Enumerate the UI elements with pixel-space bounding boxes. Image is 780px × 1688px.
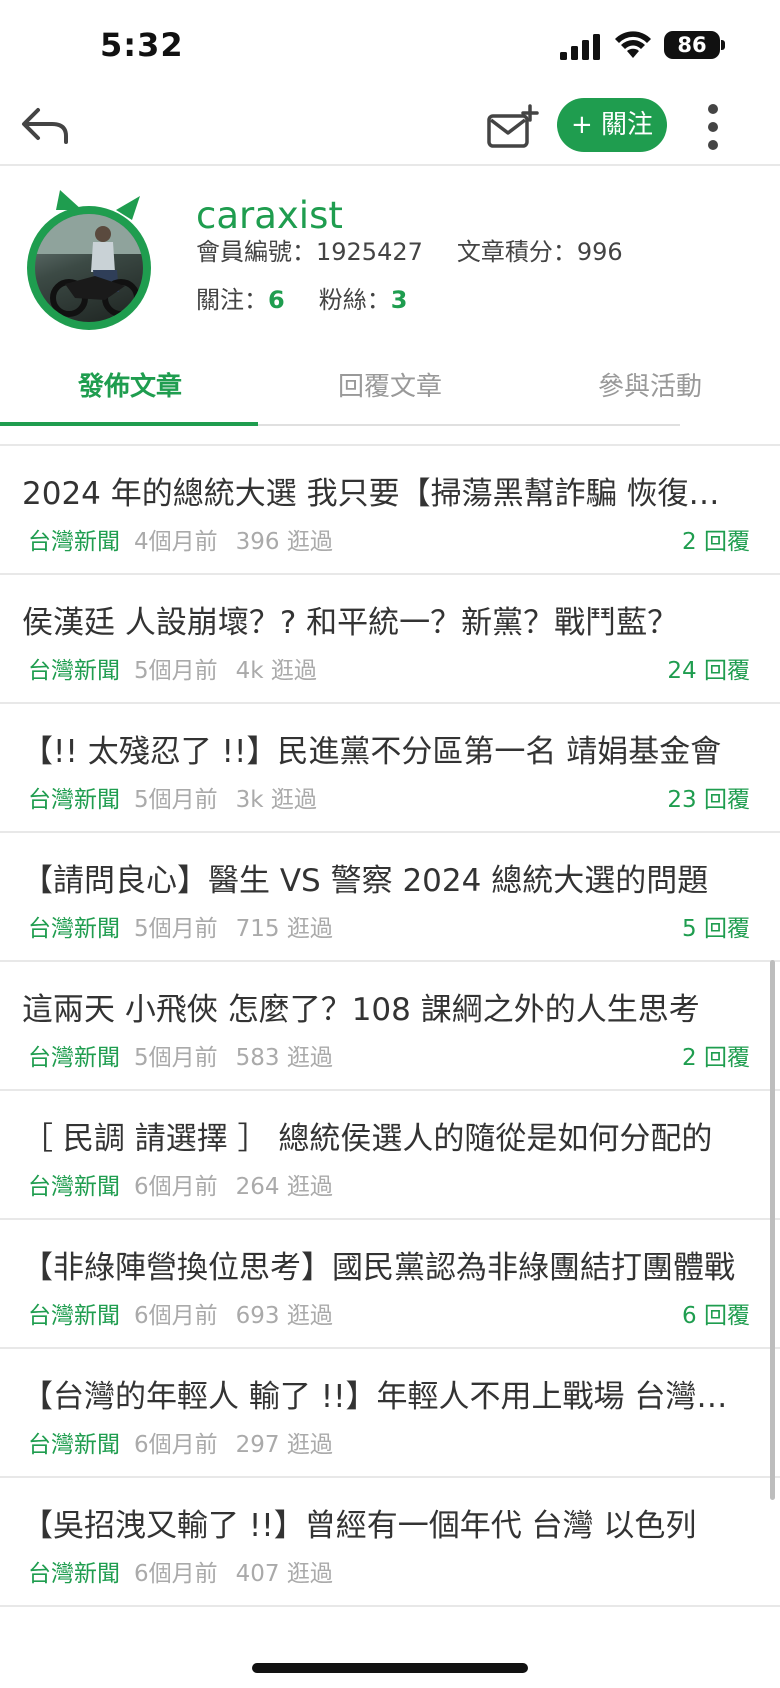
post-time: 6個月前 [134,1561,218,1587]
post-board[interactable]: 台灣新聞 [28,1174,120,1200]
list-item[interactable]: 【吳招洩又輸了 !!】曾經有一個年代 台灣 以色列 台灣新聞 6個月前 407 逛過 [0,1478,780,1607]
post-views: 583 逛過 [235,1045,333,1071]
post-replies: 23 回覆 [667,787,750,813]
post-title[interactable]: 【請問良心】醫生 VS 警察 2024 總統大選的問題 [22,855,750,900]
battery-tip [721,40,725,50]
post-board[interactable]: 台灣新聞 [28,1303,120,1329]
signal-icon [560,34,600,60]
scrollbar[interactable] [770,960,775,1500]
post-meta: 台灣新聞 6個月前 264 逛過 [28,1167,333,1201]
post-views: 407 逛過 [235,1561,333,1587]
mail-add-icon[interactable] [486,102,540,152]
more-vertical-icon[interactable] [700,102,724,152]
post-title[interactable]: 【吳招洩又輸了 !!】曾經有一個年代 台灣 以色列 [22,1500,750,1545]
post-time: 6個月前 [134,1432,218,1458]
post-time: 6個月前 [134,1174,218,1200]
following-label[interactable]: 關注： [196,286,268,314]
top-bar: + 關注 [0,90,780,166]
list-item[interactable]: 侯漢廷 人設崩壞？? 和平統一？新黨？戰鬥藍？ 台灣新聞 5個月前 4k 逛過 24… [0,575,780,704]
post-time: 6個月前 [134,1303,218,1329]
member-id-label: 會員編號： [196,238,316,266]
points-value: 996 [576,238,623,266]
post-time: 4個月前 [134,529,218,555]
post-list: 2024 年的總統大選 我只要【掃蕩黑幫詐騙 恢復台灣治安】 台灣新聞 4個月前 3… [0,444,780,1607]
fans-label[interactable]: 粉絲： [319,286,391,314]
list-item[interactable]: 2024 年的總統大選 我只要【掃蕩黑幫詐騙 恢復台灣治安】 台灣新聞 4個月前 3… [0,446,780,575]
fans-count[interactable]: 3 [391,286,408,314]
list-item[interactable]: 這兩天 小飛俠 怎麼了？108 課綱之外的人生思考 台灣新聞 5個月前 583 逛過… [0,962,780,1091]
post-board[interactable]: 台灣新聞 [28,916,120,942]
status-time: 5:32 [100,26,184,64]
post-title[interactable]: 【非綠陣營換位思考】國民黨認為非綠團結打團體戰 [22,1242,750,1287]
tab-active-indicator [0,422,258,426]
profile-tabs: 發佈文章 回覆文章 參與活動 [0,352,780,428]
post-time: 5個月前 [134,1045,218,1071]
back-arrow-icon[interactable] [18,100,74,152]
post-views: 693 逛過 [235,1303,333,1329]
profile-header: caraxist 會員編號：1925427 文章積分：996 關注：6 粉絲：3 [0,168,780,348]
home-indicator[interactable] [252,1663,528,1673]
list-item[interactable]: ［ 民調 請選擇 ］ 總統侯選人的隨從是如何分配的 台灣新聞 6個月前 264 逛過 [0,1091,780,1220]
list-item[interactable]: 【台灣的年輕人 輸了 !!】年輕人不用上戰場 台灣的未來 台灣新聞 6個月前 297… [0,1349,780,1478]
social-stats: 關注：6 粉絲：3 [196,280,407,315]
tab-posts[interactable]: 發佈文章 [0,366,260,403]
member-stats: 會員編號：1925427 文章積分：996 [196,232,623,267]
post-title[interactable]: 2024 年的總統大選 我只要【掃蕩黑幫詐騙 恢復台灣治安】 [22,468,750,513]
post-meta: 台灣新聞 6個月前 407 逛過 [28,1554,333,1588]
post-title[interactable]: 侯漢廷 人設崩壞？? 和平統一？新黨？戰鬥藍？ [22,597,750,642]
post-views: 715 逛過 [235,916,333,942]
post-replies: 5 回覆 [682,916,750,942]
follow-button[interactable]: + 關注 [557,98,667,152]
member-id: 1925427 [316,238,423,266]
post-replies: 24 回覆 [667,658,750,684]
post-time: 5個月前 [134,787,218,813]
tab-activities[interactable]: 參與活動 [520,366,780,403]
list-item[interactable]: 【請問良心】醫生 VS 警察 2024 總統大選的問題 台灣新聞 5個月前 715 … [0,833,780,962]
post-time: 5個月前 [134,916,218,942]
post-meta: 台灣新聞 6個月前 693 逛過 [28,1296,333,1330]
post-meta: 台灣新聞 5個月前 3k 逛過 [28,780,317,814]
list-item[interactable]: 【!! 太殘忍了 !!】民進黨不分區第一名 靖娟基金會 台灣新聞 5個月前 3k 逛… [0,704,780,833]
post-replies: 2 回覆 [682,1045,750,1071]
post-meta: 台灣新聞 4個月前 396 逛過 [28,522,333,556]
post-board[interactable]: 台灣新聞 [28,787,120,813]
battery-icon: 86 [664,31,720,59]
status-bar: 5:32 86 [0,0,780,90]
post-board[interactable]: 台灣新聞 [28,1432,120,1458]
post-title[interactable]: ［ 民調 請選擇 ］ 總統侯選人的隨從是如何分配的 [22,1113,750,1158]
post-board[interactable]: 台灣新聞 [28,1045,120,1071]
avatar[interactable] [24,188,154,330]
wifi-icon [615,31,651,58]
list-item[interactable]: 【非綠陣營換位思考】國民黨認為非綠團結打團體戰 台灣新聞 6個月前 693 逛過 6… [0,1220,780,1349]
post-title[interactable]: 這兩天 小飛俠 怎麼了？108 課綱之外的人生思考 [22,984,750,1029]
post-board[interactable]: 台灣新聞 [28,1561,120,1587]
post-views: 3k 逛過 [235,787,317,813]
post-title[interactable]: 【!! 太殘忍了 !!】民進黨不分區第一名 靖娟基金會 [22,726,750,771]
post-title[interactable]: 【台灣的年輕人 輸了 !!】年輕人不用上戰場 台灣的未來 [22,1371,750,1416]
post-meta: 台灣新聞 5個月前 4k 逛過 [28,651,317,685]
post-board[interactable]: 台灣新聞 [28,529,120,555]
post-replies: 2 回覆 [682,529,750,555]
post-views: 264 逛過 [235,1174,333,1200]
post-time: 5個月前 [134,658,218,684]
post-board[interactable]: 台灣新聞 [28,658,120,684]
post-views: 4k 逛過 [235,658,317,684]
post-meta: 台灣新聞 5個月前 583 逛過 [28,1038,333,1072]
post-meta: 台灣新聞 5個月前 715 逛過 [28,909,333,943]
avatar-photo [35,214,143,322]
tab-replies[interactable]: 回覆文章 [260,366,520,403]
following-count[interactable]: 6 [268,286,285,314]
points-label: 文章積分： [456,238,577,266]
post-replies: 6 回覆 [682,1303,750,1329]
username: caraxist [196,194,343,237]
post-views: 396 逛過 [235,529,333,555]
post-meta: 台灣新聞 6個月前 297 逛過 [28,1425,333,1459]
post-views: 297 逛過 [235,1432,333,1458]
